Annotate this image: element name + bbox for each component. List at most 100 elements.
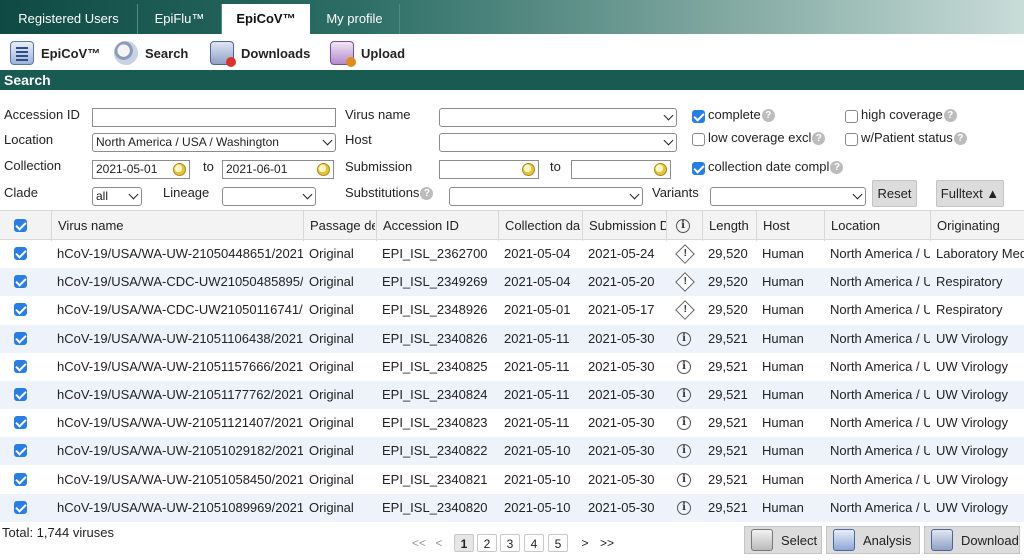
row-checkbox[interactable]	[14, 416, 27, 430]
complete-checkbox[interactable]	[692, 110, 705, 123]
select-button[interactable]: Select	[744, 526, 822, 554]
info-icon[interactable]: i	[677, 416, 691, 431]
tab-registered-users[interactable]: Registered Users	[0, 4, 138, 34]
toolbar-epicov-button[interactable]: EpiCoV™	[10, 40, 100, 66]
row-checkbox[interactable]	[14, 388, 27, 401]
row-checkbox[interactable]	[14, 500, 27, 514]
cell-virus-name[interactable]: hCoV-19/USA/WA-CDC-UW21050485895/2021	[51, 268, 303, 296]
variants-select[interactable]	[710, 187, 866, 206]
pager-prev[interactable]: <	[432, 534, 446, 552]
warning-icon[interactable]: !	[675, 244, 695, 264]
select-all-checkbox[interactable]	[14, 219, 27, 232]
cell-accession-id[interactable]: EPI_ISL_2348926	[376, 296, 498, 324]
column-header-length[interactable]: Length	[702, 211, 756, 241]
submission-to-input[interactable]	[571, 160, 671, 179]
cell-accession-id[interactable]: EPI_ISL_2340825	[376, 353, 498, 381]
row-checkbox[interactable]	[14, 247, 27, 260]
warning-icon[interactable]: !	[675, 300, 695, 321]
cell-accession-id[interactable]: EPI_ISL_2340823	[376, 409, 498, 437]
cell-virus-name[interactable]: hCoV-19/USA/WA-UW-21051058450/2021	[51, 466, 303, 494]
pager-last[interactable]: >>	[596, 534, 618, 552]
info-icon[interactable]: i	[677, 500, 691, 515]
info-icon[interactable]: i	[677, 331, 691, 346]
column-header-virus-name[interactable]: Virus name	[51, 211, 303, 241]
cell-accession-id[interactable]: EPI_ISL_2340820	[376, 494, 498, 522]
fulltext-toggle-button[interactable]: Fulltext ▲	[936, 180, 1004, 207]
collection-to-input[interactable]: 2021-06-01	[222, 160, 334, 179]
toolbar-downloads-button[interactable]: Downloads	[210, 40, 310, 67]
row-checkbox[interactable]	[14, 472, 27, 486]
info-icon[interactable]: i	[677, 472, 691, 487]
table-row[interactable]: hCoV-19/USA/WA-CDC-UW21050485895/2021 Ori…	[0, 268, 1024, 297]
column-header-host[interactable]: Host	[756, 211, 824, 241]
cell-virus-name[interactable]: hCoV-19/USA/WA-UW-21050448651/2021	[51, 240, 303, 268]
virus-name-select[interactable]	[439, 108, 677, 127]
download-button[interactable]: Download	[924, 526, 1020, 554]
cell-accession-id[interactable]: EPI_ISL_2349269	[376, 268, 498, 296]
cell-virus-name[interactable]: hCoV-19/USA/WA-CDC-UW21050116741/2021	[51, 296, 303, 324]
table-row[interactable]: hCoV-19/USA/WA-UW-21051106438/2021 Origin…	[0, 324, 1024, 353]
help-icon[interactable]: ?	[830, 161, 844, 175]
cell-accession-id[interactable]: EPI_ISL_2340826	[376, 325, 498, 353]
info-icon[interactable]: i	[677, 388, 691, 402]
column-header-originating[interactable]: Originating	[930, 211, 1024, 241]
row-checkbox[interactable]	[14, 444, 27, 458]
column-header-collection-date[interactable]: Collection da	[498, 211, 582, 241]
warning-icon[interactable]: !	[675, 272, 695, 293]
patient-status-checkbox[interactable]	[845, 133, 858, 146]
info-icon[interactable]: i	[677, 359, 691, 374]
accession-id-input[interactable]	[92, 108, 336, 127]
cell-virus-name[interactable]: hCoV-19/USA/WA-UW-21051177762/2021	[51, 381, 303, 409]
toolbar-upload-button[interactable]: Upload	[330, 40, 405, 67]
location-select[interactable]: North America / USA / Washington	[92, 133, 336, 152]
table-row[interactable]: hCoV-19/USA/WA-UW-21051121407/2021 Origin…	[0, 409, 1024, 437]
table-row[interactable]: hCoV-19/USA/WA-UW-21051029182/2021 Origin…	[0, 437, 1024, 466]
reset-button[interactable]: Reset	[872, 180, 917, 207]
pager-first[interactable]: <<	[408, 534, 430, 552]
help-icon[interactable]: ?	[953, 132, 967, 146]
cell-virus-name[interactable]: hCoV-19/USA/WA-UW-21051121407/2021	[51, 409, 303, 437]
table-row[interactable]: hCoV-19/USA/WA-UW-21051058450/2021 Origin…	[0, 466, 1024, 494]
column-header-location[interactable]: Location	[824, 211, 930, 241]
tab-epicov[interactable]: EpiCoV™	[222, 4, 310, 34]
substitutions-select[interactable]	[449, 187, 643, 206]
column-header-passage[interactable]: Passage de	[303, 211, 375, 241]
help-icon[interactable]: ?	[420, 187, 434, 201]
analysis-button[interactable]: Analysis	[826, 526, 920, 554]
pager-page-3[interactable]: 3	[500, 534, 520, 552]
table-row[interactable]: hCoV-19/USA/WA-UW-21051157666/2021 Origin…	[0, 353, 1024, 381]
cell-virus-name[interactable]: hCoV-19/USA/WA-UW-21051029182/2021	[51, 437, 303, 465]
collection-date-complete-checkbox[interactable]	[692, 162, 705, 175]
calendar-icon[interactable]	[654, 163, 667, 176]
table-row[interactable]: hCoV-19/USA/WA-UW-21051089969/2021 Origin…	[0, 493, 1024, 522]
cell-accession-id[interactable]: EPI_ISL_2340821	[376, 466, 498, 494]
help-icon[interactable]: ?	[812, 132, 826, 146]
cell-virus-name[interactable]: hCoV-19/USA/WA-UW-21051089969/2021	[51, 494, 303, 522]
calendar-icon[interactable]	[317, 163, 330, 176]
cell-accession-id[interactable]: EPI_ISL_2362700	[376, 240, 498, 268]
cell-virus-name[interactable]: hCoV-19/USA/WA-UW-21051157666/2021	[51, 353, 303, 381]
lineage-select[interactable]	[222, 187, 316, 206]
cell-virus-name[interactable]: hCoV-19/USA/WA-UW-21051106438/2021	[51, 325, 303, 353]
table-row[interactable]: hCoV-19/USA/WA-UW-21050448651/2021 Origin…	[0, 240, 1024, 268]
row-checkbox[interactable]	[14, 331, 27, 345]
table-row[interactable]: hCoV-19/USA/WA-CDC-UW21050116741/2021 Ori…	[0, 296, 1024, 324]
collection-from-input[interactable]: 2021-05-01	[92, 160, 190, 179]
row-checkbox[interactable]	[14, 303, 27, 317]
toolbar-search-button[interactable]: Search	[114, 40, 188, 66]
tab-epiflu[interactable]: EpiFlu™	[138, 4, 222, 34]
submission-from-input[interactable]	[439, 160, 539, 179]
row-checkbox[interactable]	[14, 359, 27, 373]
calendar-icon[interactable]	[522, 163, 535, 176]
pager-page-4[interactable]: 4	[524, 534, 544, 552]
host-select[interactable]	[439, 133, 677, 152]
table-row[interactable]: hCoV-19/USA/WA-UW-21051177762/2021 Origin…	[0, 381, 1024, 409]
column-header-accession-id[interactable]: Accession ID	[376, 211, 498, 241]
help-icon[interactable]: ?	[943, 109, 957, 123]
tab-my-profile[interactable]: My profile	[310, 4, 400, 34]
clade-select[interactable]: all	[92, 187, 142, 206]
cell-accession-id[interactable]: EPI_ISL_2340822	[376, 437, 498, 465]
help-icon[interactable]: ?	[761, 109, 775, 123]
row-checkbox[interactable]	[14, 275, 27, 289]
column-header-info[interactable]: i	[666, 211, 702, 241]
